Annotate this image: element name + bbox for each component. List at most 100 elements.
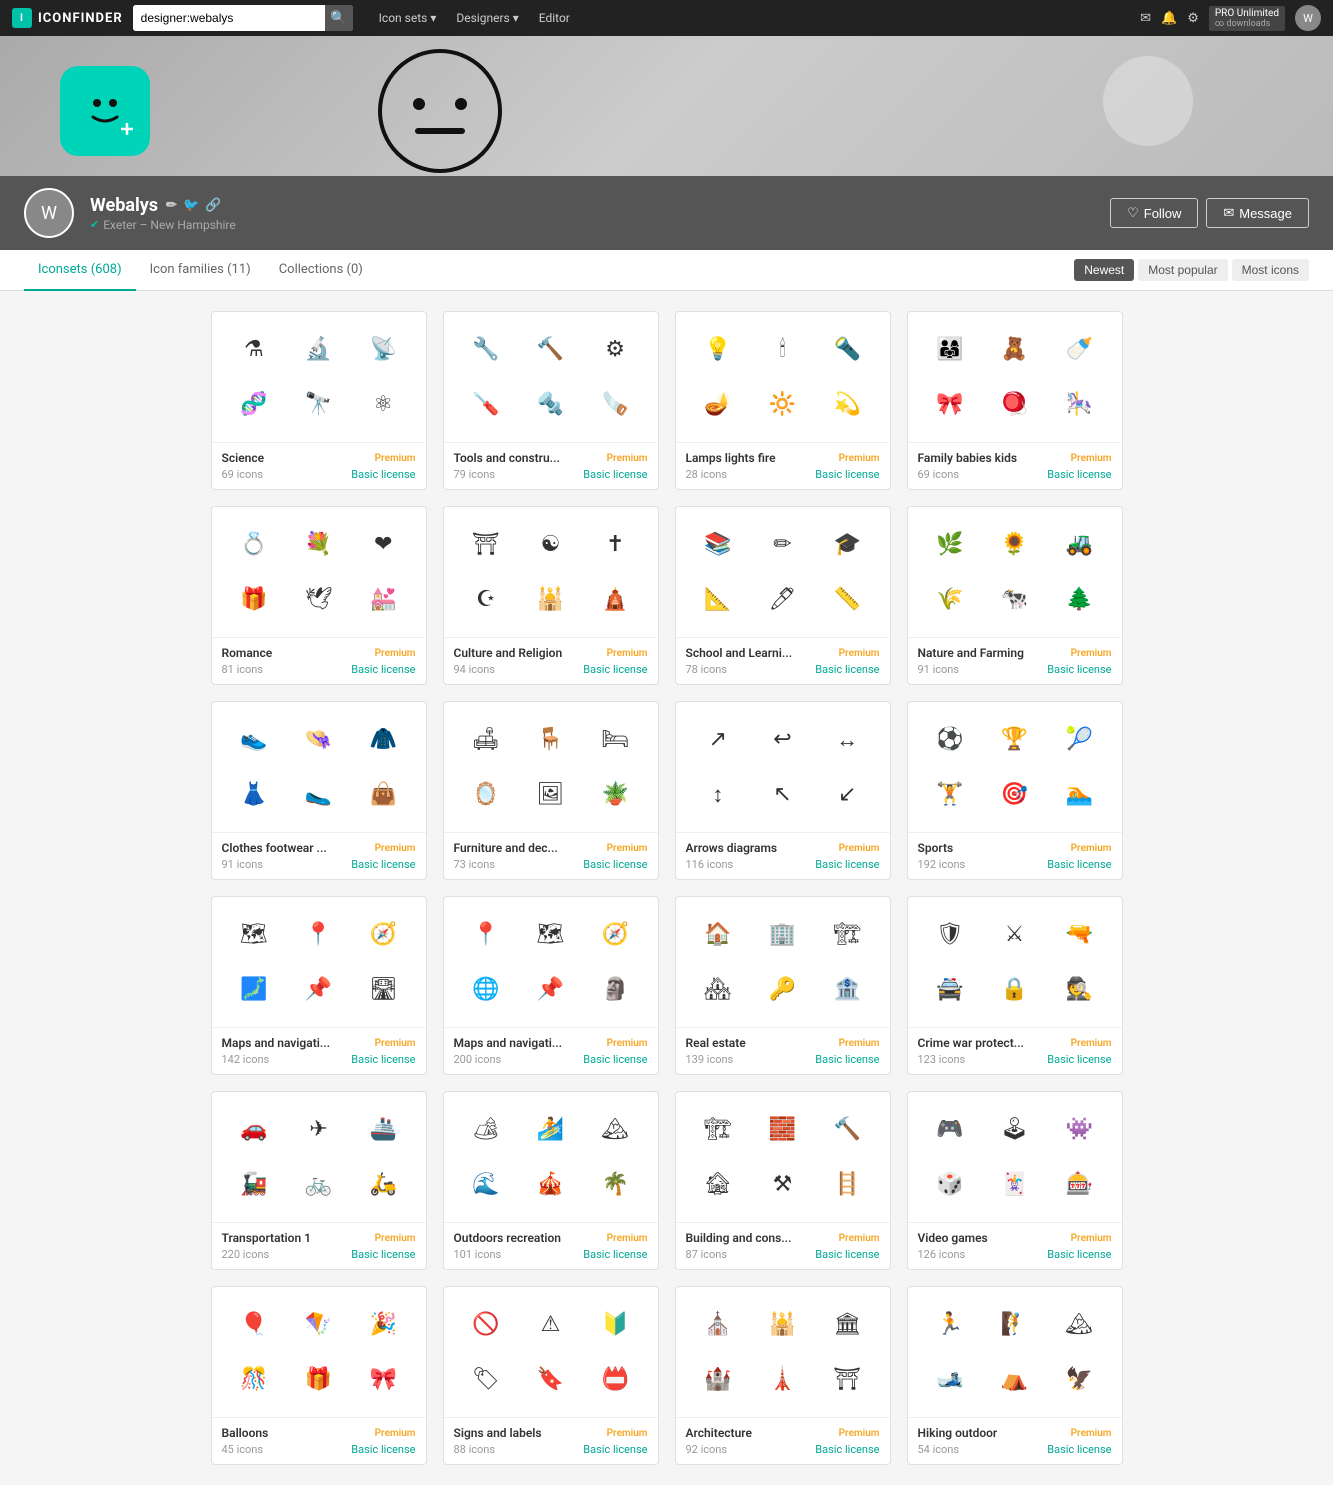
license-link[interactable]: Basic license xyxy=(583,858,647,871)
license-link[interactable]: Basic license xyxy=(815,1053,879,1066)
preview-icon: 🏃 xyxy=(920,1299,981,1350)
icon-set-card[interactable]: ↗↩↔↕↖↙ Arrows diagrams Premium 116 icons… xyxy=(675,701,891,880)
premium-badge: Premium xyxy=(607,648,648,659)
license-link[interactable]: Basic license xyxy=(815,1248,879,1261)
license-link[interactable]: Basic license xyxy=(1047,1053,1111,1066)
icon-set-card[interactable]: 🏃🧗🏔🎿⛺🦅 Hiking outdoor Premium 54 icons B… xyxy=(907,1286,1123,1465)
license-link[interactable]: Basic license xyxy=(583,1248,647,1261)
license-link[interactable]: Basic license xyxy=(351,858,415,871)
icon-set-info: Real estate Premium 139 icons Basic lice… xyxy=(676,1027,890,1074)
tab-iconsets[interactable]: Iconsets (608) xyxy=(24,250,136,291)
icon-set-preview: 🎈🪁🎉🎊🎁🎀 xyxy=(212,1287,426,1417)
icon-set-name-text: Crime war protect... xyxy=(918,1036,1024,1050)
license-link[interactable]: Basic license xyxy=(815,663,879,676)
icon-set-card[interactable]: 🚫⚠🔰🏷🔖📛 Signs and labels Premium 88 icons… xyxy=(443,1286,659,1465)
nav-editor[interactable]: Editor xyxy=(531,7,578,29)
license-link[interactable]: Basic license xyxy=(1047,1248,1111,1261)
premium-badge: Premium xyxy=(1071,1038,1112,1049)
brand-logo[interactable]: i ICONFINDER xyxy=(12,8,123,28)
icon-set-card[interactable]: 🎈🪁🎉🎊🎁🎀 Balloons Premium 45 icons Basic l… xyxy=(211,1286,427,1465)
preview-icon: ⚛ xyxy=(353,379,414,430)
sort-popular[interactable]: Most popular xyxy=(1138,259,1227,281)
license-link[interactable]: Basic license xyxy=(583,663,647,676)
icon-set-card[interactable]: 🏕🏄🏔🌊🎪🌴 Outdoors recreation Premium 101 i… xyxy=(443,1091,659,1270)
sort-newest[interactable]: Newest xyxy=(1074,259,1134,281)
preview-icon: 🕵 xyxy=(1049,964,1110,1015)
preview-icon: 🏆 xyxy=(984,714,1045,765)
icon-set-card[interactable]: ⛩☯✝☪🕌🛕 Culture and Religion Premium 94 i… xyxy=(443,506,659,685)
preview-icon: 🏄 xyxy=(520,1104,581,1155)
license-link[interactable]: Basic license xyxy=(1047,1443,1111,1456)
brand-name: ICONFINDER xyxy=(38,11,123,26)
icon-count: 78 icons xyxy=(686,663,728,676)
preview-icon: 🏔 xyxy=(1049,1299,1110,1350)
preview-icon: 📍 xyxy=(456,909,517,960)
icon-set-card[interactable]: 👨‍👩‍👧🧸🍼🎀🪀🎠 Family babies kids Premium 69… xyxy=(907,311,1123,490)
icon-set-card[interactable]: 🛡⚔🔫🚔🔒🕵 Crime war protect... Premium 123 … xyxy=(907,896,1123,1075)
license-link[interactable]: Basic license xyxy=(351,663,415,676)
mail-icon[interactable]: ✉ xyxy=(1140,11,1151,26)
icon-set-card[interactable]: ⚗🔬📡🧬🔭⚛ Science Premium 69 icons Basic li… xyxy=(211,311,427,490)
preview-icon: 🎀 xyxy=(920,379,981,430)
tab-collections[interactable]: Collections (0) xyxy=(265,250,377,291)
icon-set-card[interactable]: 🏠🏢🏗🏘🔑🏦 Real estate Premium 139 icons Bas… xyxy=(675,896,891,1075)
license-link[interactable]: Basic license xyxy=(351,1443,415,1456)
message-button[interactable]: ✉ Message xyxy=(1206,198,1309,228)
icon-set-name: Transportation 1 Premium xyxy=(222,1231,416,1245)
preview-icon: 🔨 xyxy=(817,1104,878,1155)
preview-icon: 🎲 xyxy=(920,1159,981,1210)
twitter-icon[interactable]: 🐦 xyxy=(183,198,199,213)
license-link[interactable]: Basic license xyxy=(583,1443,647,1456)
edit-icon[interactable]: ✏ xyxy=(166,198,177,213)
bell-icon[interactable]: 🔔 xyxy=(1161,11,1177,26)
license-link[interactable]: Basic license xyxy=(351,468,415,481)
premium-badge: Premium xyxy=(1071,1428,1112,1439)
icon-set-preview: 🔧🔨⚙🪛🔩🪚 xyxy=(444,312,658,442)
search-button[interactable]: 🔍 xyxy=(325,5,353,31)
icon-set-card[interactable]: ⚽🏆🎾🏋🎯🏊 Sports Premium 192 icons Basic li… xyxy=(907,701,1123,880)
license-link[interactable]: Basic license xyxy=(1047,468,1111,481)
icon-set-card[interactable]: 💡🕯🔦🪔🔆💫 Lamps lights fire Premium 28 icon… xyxy=(675,311,891,490)
tab-icon-families[interactable]: Icon families (11) xyxy=(136,250,265,291)
preview-icon: 🎿 xyxy=(920,1354,981,1405)
preview-icon: 💍 xyxy=(224,519,285,570)
search-input[interactable] xyxy=(133,5,325,31)
license-link[interactable]: Basic license xyxy=(351,1053,415,1066)
icon-count: 220 icons xyxy=(222,1248,270,1261)
license-link[interactable]: Basic license xyxy=(583,468,647,481)
avatar[interactable]: W xyxy=(1295,5,1321,31)
nav-designers[interactable]: Designers ▾ xyxy=(448,7,526,29)
top-navbar: i ICONFINDER 🔍 Icon sets ▾ Designers ▾ E… xyxy=(0,0,1333,36)
license-link[interactable]: Basic license xyxy=(815,1443,879,1456)
icon-set-card[interactable]: 🗺📍🧭🗾📌🛣 Maps and navigati... Premium 142 … xyxy=(211,896,427,1075)
icon-set-name: Balloons Premium xyxy=(222,1426,416,1440)
link-icon[interactable]: 🔗 xyxy=(205,198,221,213)
icon-set-card[interactable]: 🛋🪑🛏🪞🖼🪴 Furniture and dec... Premium 73 i… xyxy=(443,701,659,880)
nav-icon-sets[interactable]: Icon sets ▾ xyxy=(371,7,445,29)
sort-most-icons[interactable]: Most icons xyxy=(1232,259,1309,281)
license-link[interactable]: Basic license xyxy=(1047,858,1111,871)
icon-set-card[interactable]: 🌿🌻🚜🌾🐄🌲 Nature and Farming Premium 91 ico… xyxy=(907,506,1123,685)
license-link[interactable]: Basic license xyxy=(815,858,879,871)
license-link[interactable]: Basic license xyxy=(583,1053,647,1066)
icon-set-name-text: Nature and Farming xyxy=(918,646,1024,660)
icon-set-name-text: Maps and navigati... xyxy=(222,1036,331,1050)
license-link[interactable]: Basic license xyxy=(351,1248,415,1261)
follow-button[interactable]: ♡ Follow xyxy=(1110,198,1198,228)
icon-set-meta: 92 icons Basic license xyxy=(686,1443,880,1456)
preview-icon: 🎊 xyxy=(224,1354,285,1405)
icon-set-card[interactable]: 📍🗺🧭🌐📌🗿 Maps and navigati... Premium 200 … xyxy=(443,896,659,1075)
icon-set-card[interactable]: 🔧🔨⚙🪛🔩🪚 Tools and constru... Premium 79 i… xyxy=(443,311,659,490)
icon-set-card[interactable]: 🚗✈🚢🚂🚲🛵 Transportation 1 Premium 220 icon… xyxy=(211,1091,427,1270)
icon-set-card[interactable]: 🎮🕹👾🎲🃏🎰 Video games Premium 126 icons Bas… xyxy=(907,1091,1123,1270)
icon-set-card[interactable]: 📚✏🎓📐🖊📏 School and Learni... Premium 78 i… xyxy=(675,506,891,685)
icon-set-name-text: Balloons xyxy=(222,1426,269,1440)
license-link[interactable]: Basic license xyxy=(815,468,879,481)
preview-icon: 📌 xyxy=(288,964,349,1015)
icon-set-card[interactable]: 👟👒🧥👗🥿👜 Clothes footwear ... Premium 91 i… xyxy=(211,701,427,880)
icon-set-card[interactable]: ⛪🕌🏛🏰🗼⛩ Architecture Premium 92 icons Bas… xyxy=(675,1286,891,1465)
settings-icon[interactable]: ⚙ xyxy=(1187,11,1199,26)
license-link[interactable]: Basic license xyxy=(1047,663,1111,676)
icon-set-card[interactable]: 🏗🧱🔨🏚⚒🪜 Building and cons... Premium 87 i… xyxy=(675,1091,891,1270)
icon-set-card[interactable]: 💍💐❤🎁🕊💒 Romance Premium 81 icons Basic li… xyxy=(211,506,427,685)
